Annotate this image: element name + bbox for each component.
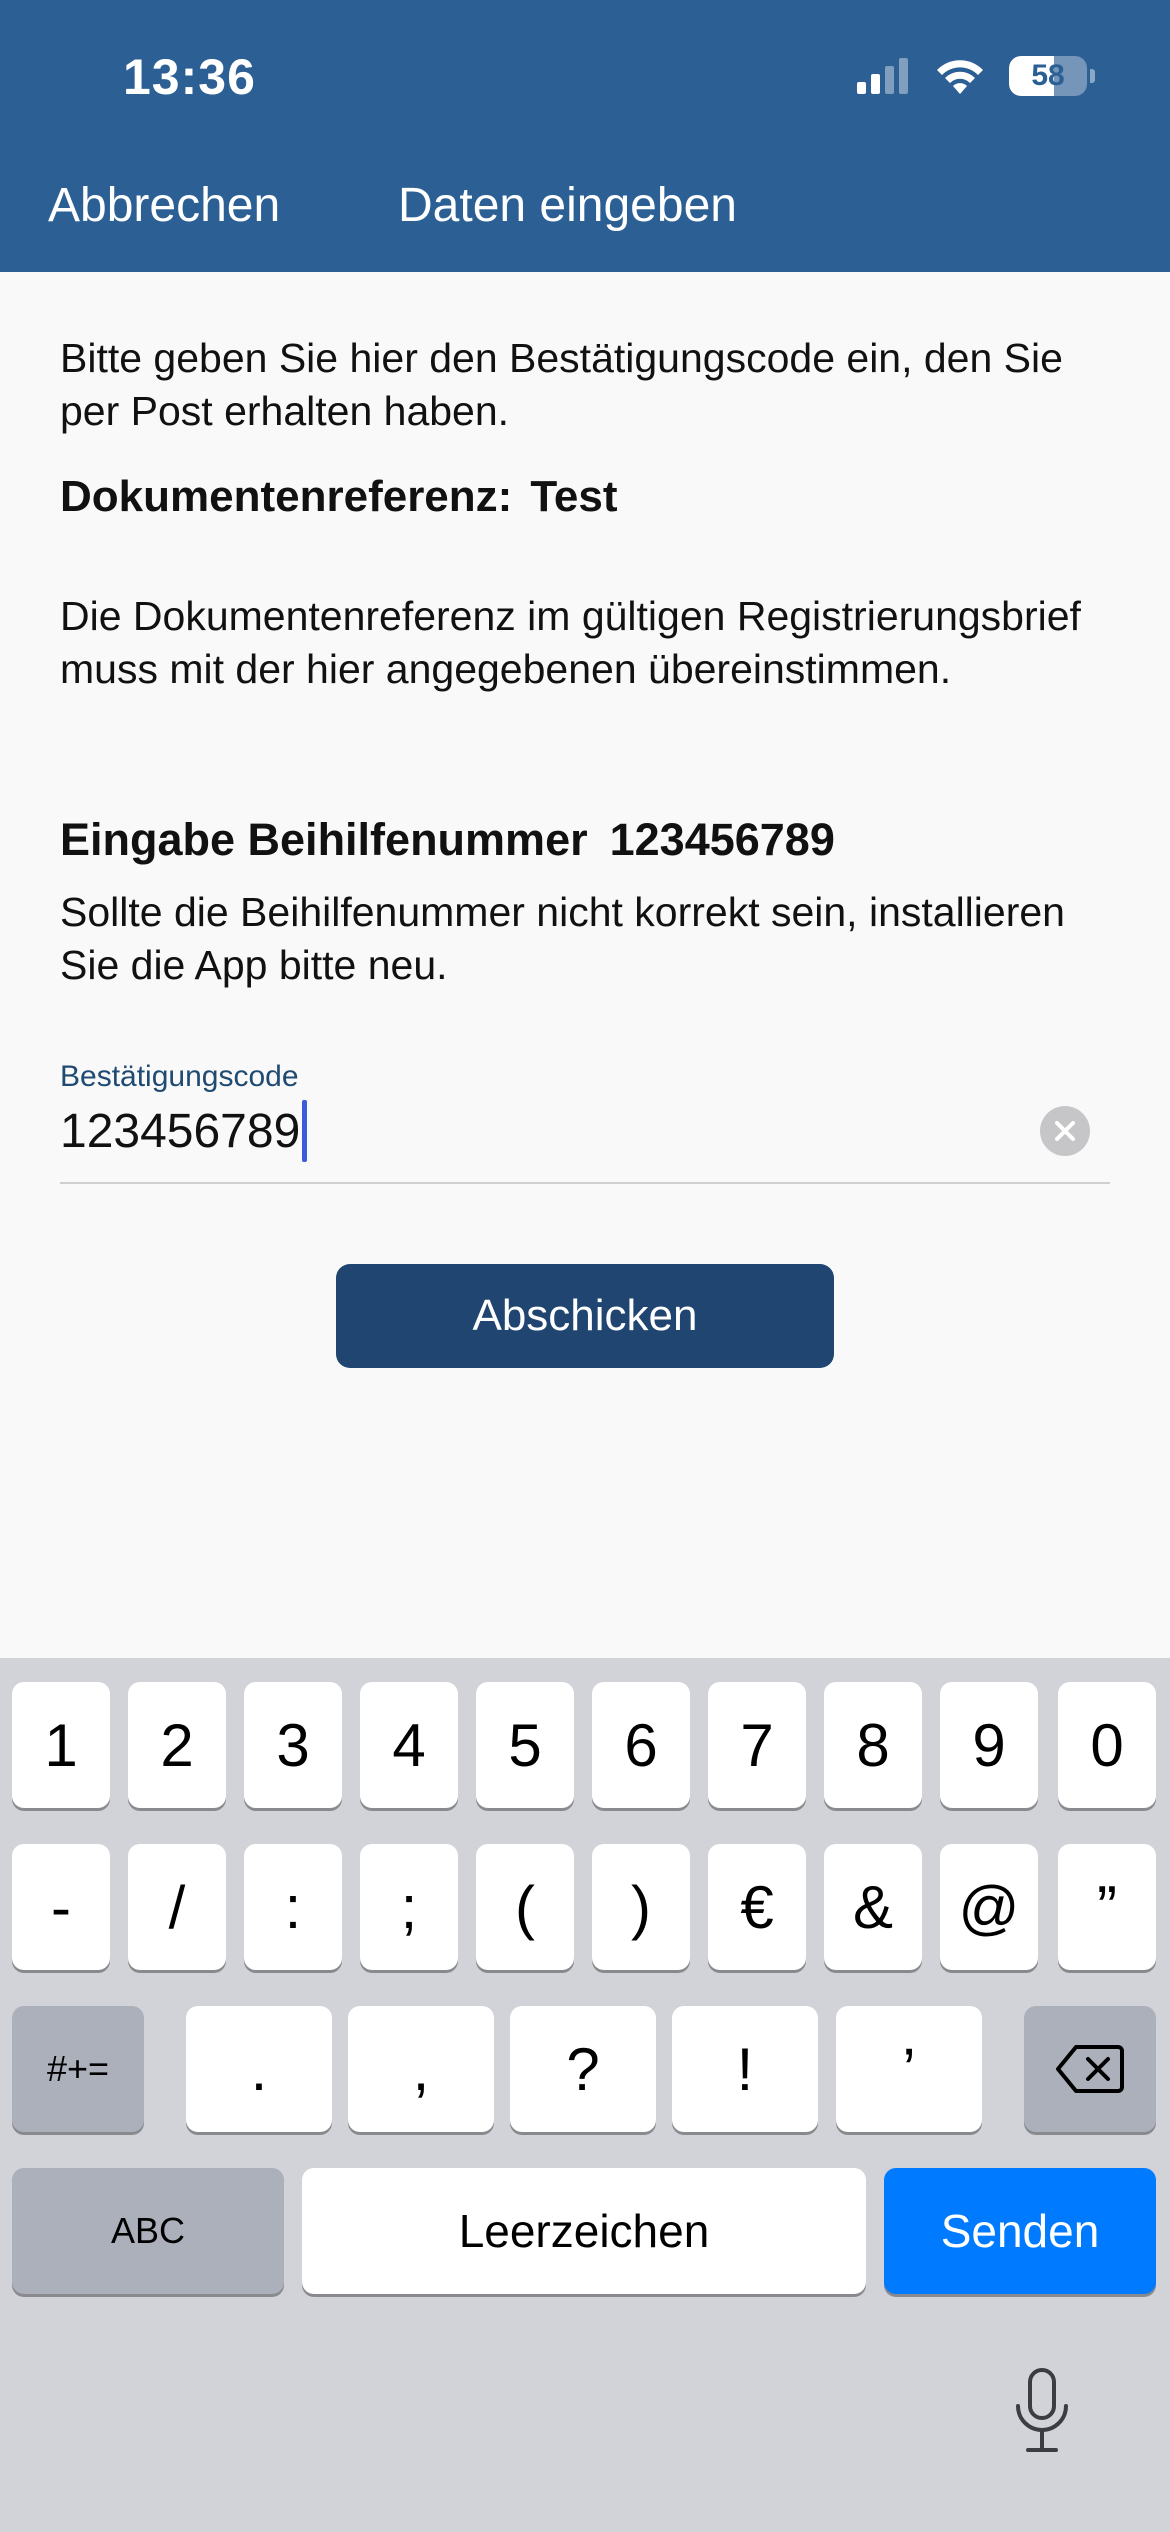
key-3[interactable]: 3: [244, 1682, 342, 1808]
clear-icon[interactable]: [1040, 1106, 1090, 1156]
key-8[interactable]: 8: [824, 1682, 922, 1808]
beihilfe-number-label: Eingabe Beihilfenummer: [60, 814, 588, 865]
key-2[interactable]: 2: [128, 1682, 226, 1808]
key-5[interactable]: 5: [476, 1682, 574, 1808]
key-4[interactable]: 4: [360, 1682, 458, 1808]
key-colon[interactable]: :: [244, 1844, 342, 1970]
backspace-icon: [1056, 2045, 1124, 2093]
key-period[interactable]: .: [186, 2006, 332, 2132]
backspace-key[interactable]: [1024, 2006, 1156, 2132]
key-open-paren[interactable]: (: [476, 1844, 574, 1970]
status-time: 13:36: [123, 49, 256, 105]
keyboard: 1 2 3 4 5 6 7 8 9 0 - / : ; ( ) € & @ ” …: [0, 1658, 1170, 2532]
key-comma[interactable]: ,: [348, 2006, 494, 2132]
cellular-signal-icon: [857, 58, 908, 94]
key-question[interactable]: ?: [510, 2006, 656, 2132]
confirmation-code-value: 123456789: [60, 1104, 301, 1158]
symbols-toggle-key[interactable]: #+=: [12, 2006, 144, 2132]
confirmation-code-input[interactable]: 123456789: [60, 1100, 308, 1162]
cancel-button[interactable]: Abbrechen: [48, 178, 280, 233]
key-semicolon[interactable]: ;: [360, 1844, 458, 1970]
microphone-icon[interactable]: [1010, 2366, 1074, 2456]
key-7[interactable]: 7: [708, 1682, 806, 1808]
wifi-icon: [937, 60, 983, 94]
document-reference-label: Dokumentenreferenz:: [60, 472, 513, 521]
confirmation-code-label: Bestätigungscode: [60, 1060, 299, 1093]
status-icons: 58: [857, 54, 1095, 98]
text-cursor: [302, 1100, 308, 1162]
key-0[interactable]: 0: [1058, 1682, 1156, 1808]
key-apostrophe[interactable]: ’: [836, 2006, 982, 2132]
key-at[interactable]: @: [940, 1844, 1038, 1970]
key-slash[interactable]: /: [128, 1844, 226, 1970]
battery-icon: 58: [1009, 56, 1095, 96]
key-9[interactable]: 9: [940, 1682, 1038, 1808]
battery-percentage: 58: [1031, 59, 1065, 92]
beihilfe-number-info: Sollte die Beihilfenummer nicht korrekt …: [60, 889, 1065, 988]
document-reference-value: Test: [530, 472, 618, 521]
key-1[interactable]: 1: [12, 1682, 110, 1808]
key-close-paren[interactable]: ): [592, 1844, 690, 1970]
beihilfe-number-value: 123456789: [609, 814, 835, 865]
intro-text: Bitte geben Sie hier den Bestätigungscod…: [60, 335, 1063, 434]
abc-key[interactable]: ABC: [12, 2168, 284, 2294]
beihilfe-number: Eingabe Beihilfenummer 123456789: [60, 814, 835, 866]
key-euro[interactable]: €: [708, 1844, 806, 1970]
input-underline: [60, 1182, 1110, 1184]
key-quote[interactable]: ”: [1058, 1844, 1156, 1970]
key-exclamation[interactable]: !: [672, 2006, 818, 2132]
document-reference-info: Die Dokumentenreferenz im gültigen Regis…: [60, 593, 1081, 692]
send-key[interactable]: Senden: [884, 2168, 1156, 2294]
space-key[interactable]: Leerzeichen: [302, 2168, 866, 2294]
app-header: 13:36 58 Abbrechen Daten eingeben: [0, 0, 1170, 272]
key-6[interactable]: 6: [592, 1682, 690, 1808]
submit-button[interactable]: Abschicken: [336, 1264, 834, 1368]
document-reference: Dokumentenreferenz: Test: [60, 472, 618, 522]
key-ampersand[interactable]: &: [824, 1844, 922, 1970]
key-hyphen[interactable]: -: [12, 1844, 110, 1970]
page-title: Daten eingeben: [398, 179, 737, 232]
